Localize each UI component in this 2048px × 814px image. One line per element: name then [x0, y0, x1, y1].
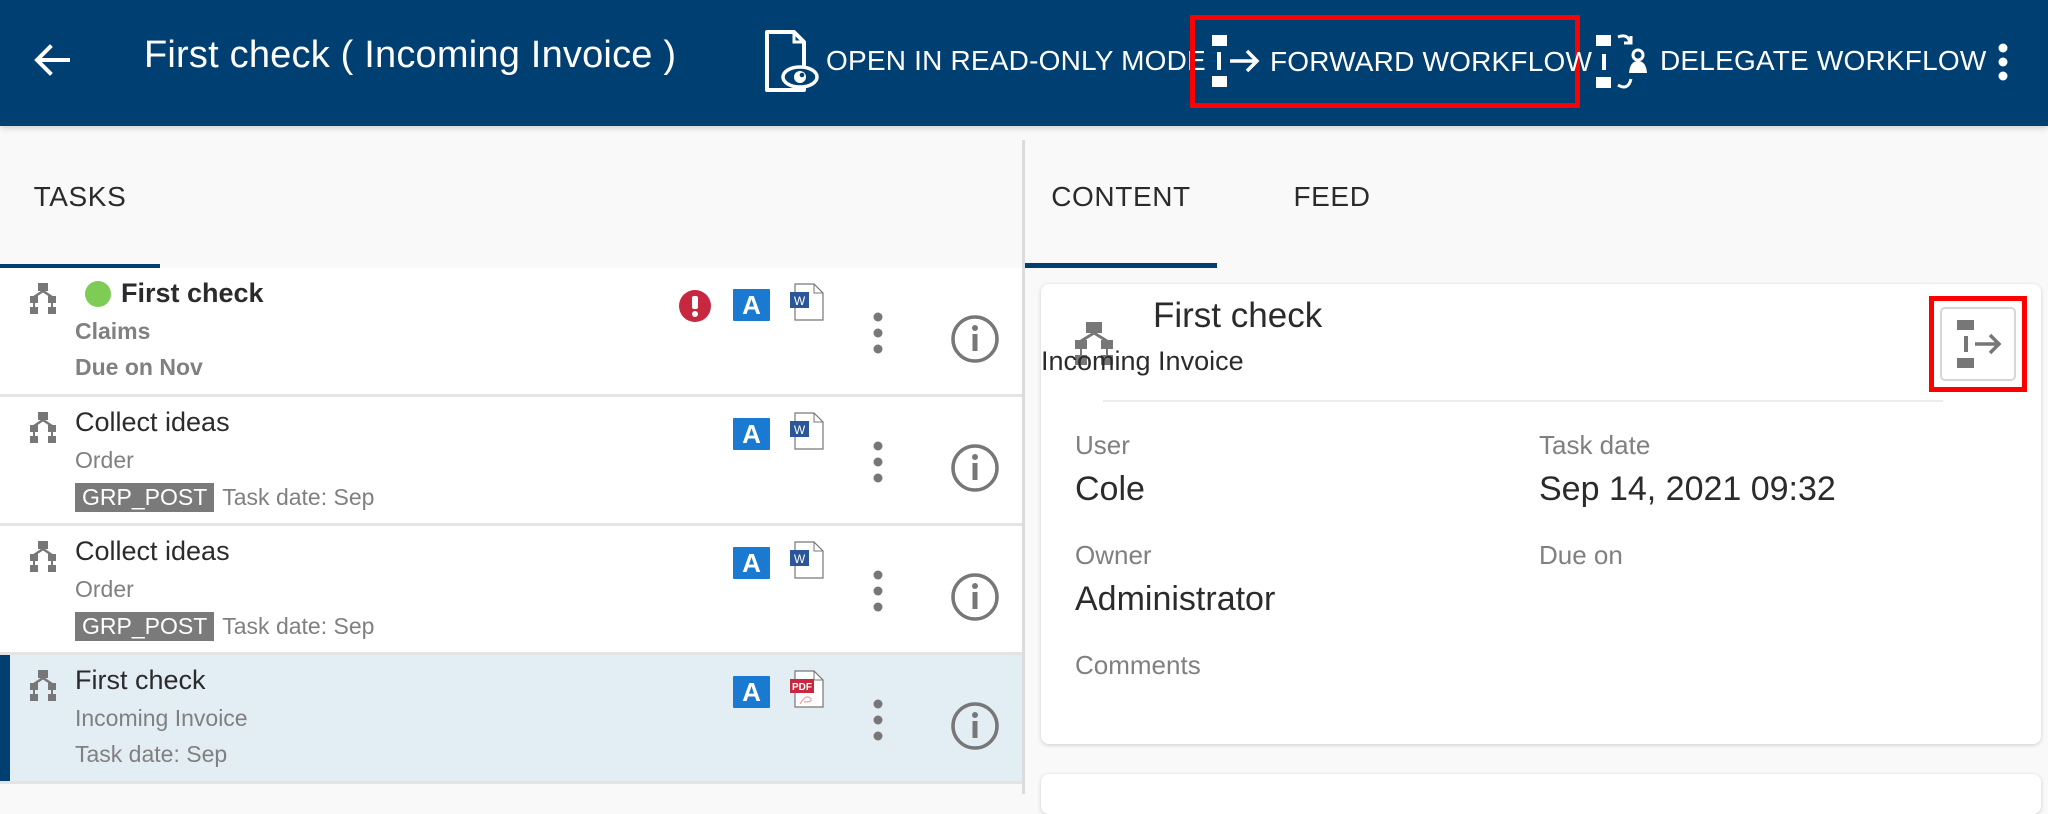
- card-separator: [1103, 400, 1943, 402]
- more-menu-button[interactable]: [1988, 40, 2018, 84]
- open-read-only-label: OPEN IN READ-ONLY MODE: [826, 45, 1206, 76]
- task-subtitle: Claims: [75, 318, 151, 344]
- task-meta: GRP_POST Task date: Sep: [75, 612, 374, 641]
- task-due: Due on Nov: [75, 354, 203, 381]
- owner-label: Owner: [1075, 540, 1152, 570]
- card-subtitle: Incoming Invoice: [1041, 346, 1244, 376]
- forward-workflow-icon: [1212, 34, 1260, 87]
- task-meta: GRP_POST Task date: Sep: [75, 483, 374, 512]
- user-label: User: [1075, 430, 1130, 460]
- row-more-button[interactable]: [866, 311, 890, 359]
- row-more-button[interactable]: [866, 569, 890, 617]
- task-title-line: Collect ideas: [75, 536, 230, 567]
- tab-content-underline: [1025, 263, 1217, 268]
- task-list: First check Claims Due on Nov A W Collec…: [0, 268, 1024, 784]
- task-title: First check: [121, 278, 264, 308]
- workflow-icon: [30, 412, 56, 443]
- row-more-button[interactable]: [866, 698, 890, 746]
- exclamation-icon: [679, 290, 711, 322]
- delegate-workflow-button[interactable]: DELEGATE WORKFLOW: [1596, 28, 1986, 94]
- info-icon[interactable]: [950, 701, 1000, 751]
- due-on-label: Due on: [1539, 540, 1623, 570]
- task-date-value: Sep 14, 2021 09:32: [1539, 470, 1836, 508]
- task-subtitle: Incoming Invoice: [75, 705, 248, 731]
- task-subtitle: Order: [75, 447, 134, 473]
- tab-content[interactable]: CONTENT: [1025, 126, 1217, 268]
- status-dot-icon: [85, 280, 111, 307]
- task-title: Collect ideas: [75, 407, 230, 437]
- back-button[interactable]: [30, 38, 74, 82]
- task-due-text: Due on Nov: [75, 354, 203, 380]
- info-icon[interactable]: [950, 443, 1000, 493]
- delegate-workflow-icon: [1596, 34, 1647, 89]
- doc-type-label: W: [794, 552, 806, 566]
- workflow-icon: [30, 283, 56, 314]
- task-title-line: Collect ideas: [75, 407, 230, 438]
- doc-type-label: W: [794, 294, 806, 308]
- doc-type-label: W: [794, 423, 806, 437]
- open-read-only-button[interactable]: OPEN IN READ-ONLY MODE: [762, 28, 1206, 94]
- delegate-workflow-label: DELEGATE WORKFLOW: [1660, 45, 1987, 76]
- page-title: First check ( Incoming Invoice ): [144, 34, 677, 76]
- tasks-panel: TASKS First check Claims Due on Nov A W …: [0, 126, 1024, 794]
- workflow-icon: [30, 670, 56, 701]
- group-badge: GRP_POST: [75, 612, 215, 641]
- task-title-line: First check: [75, 665, 206, 696]
- task-row[interactable]: First check Claims Due on Nov A W: [0, 268, 1024, 397]
- task-date-label: Task date: [1539, 430, 1651, 460]
- secondary-card: [1041, 774, 2041, 814]
- card-forward-workflow-button[interactable]: [1940, 307, 2016, 381]
- task-date-text: Task date: Sep: [222, 613, 375, 639]
- detail-panel: CONTENT FEED First check Incoming Invoic…: [1025, 126, 2048, 814]
- tab-feed[interactable]: FEED: [1277, 126, 1387, 268]
- more-vertical-icon: [1998, 43, 2008, 81]
- group-badge: GRP_POST: [75, 483, 215, 512]
- tab-tasks[interactable]: TASKS: [0, 126, 160, 268]
- pdf-document-icon: PDF: [790, 670, 824, 708]
- task-subtitle: Order: [75, 576, 134, 602]
- task-title-line: First check: [75, 278, 264, 309]
- word-document-icon: W: [790, 412, 824, 450]
- info-icon[interactable]: [950, 314, 1000, 364]
- task-row[interactable]: Collect ideas Order GRP_POST Task date: …: [0, 397, 1024, 526]
- task-detail-card: First check Incoming Invoice User Cole T…: [1041, 284, 2041, 744]
- word-document-icon: W: [790, 283, 824, 321]
- info-icon[interactable]: [950, 572, 1000, 622]
- a-badge: A: [733, 289, 770, 321]
- selection-indicator: [0, 655, 10, 781]
- arrow-left-icon: [34, 44, 70, 76]
- document-eye-icon: [765, 30, 819, 92]
- task-title: Collect ideas: [75, 536, 230, 566]
- task-date-text: Task date: Sep: [75, 741, 228, 767]
- task-meta: Task date: Sep: [75, 741, 227, 768]
- task-row-selected[interactable]: First check Incoming Invoice Task date: …: [0, 655, 1024, 784]
- forward-workflow-button[interactable]: FORWARD WORKFLOW: [1190, 15, 1592, 108]
- user-value: Cole: [1075, 470, 1145, 508]
- forward-workflow-icon: [1957, 320, 2002, 368]
- tasks-tab-bar: TASKS: [0, 126, 1024, 268]
- a-badge: A: [733, 676, 770, 708]
- a-badge: A: [733, 418, 770, 450]
- owner-value: Administrator: [1075, 580, 1276, 618]
- comments-label: Comments: [1075, 650, 1201, 680]
- word-document-icon: W: [790, 541, 824, 579]
- doc-type-label: PDF: [792, 682, 812, 693]
- row-more-button[interactable]: [866, 440, 890, 488]
- task-date-text: Task date: Sep: [222, 484, 375, 510]
- a-badge: A: [733, 547, 770, 579]
- task-title: First check: [75, 665, 206, 695]
- workflow-icon: [30, 541, 56, 572]
- card-title: First check: [1153, 296, 1323, 335]
- forward-workflow-label: FORWARD WORKFLOW: [1270, 45, 1593, 77]
- app-bar: First check ( Incoming Invoice ) OPEN IN…: [0, 0, 2048, 126]
- task-row[interactable]: Collect ideas Order GRP_POST Task date: …: [0, 526, 1024, 655]
